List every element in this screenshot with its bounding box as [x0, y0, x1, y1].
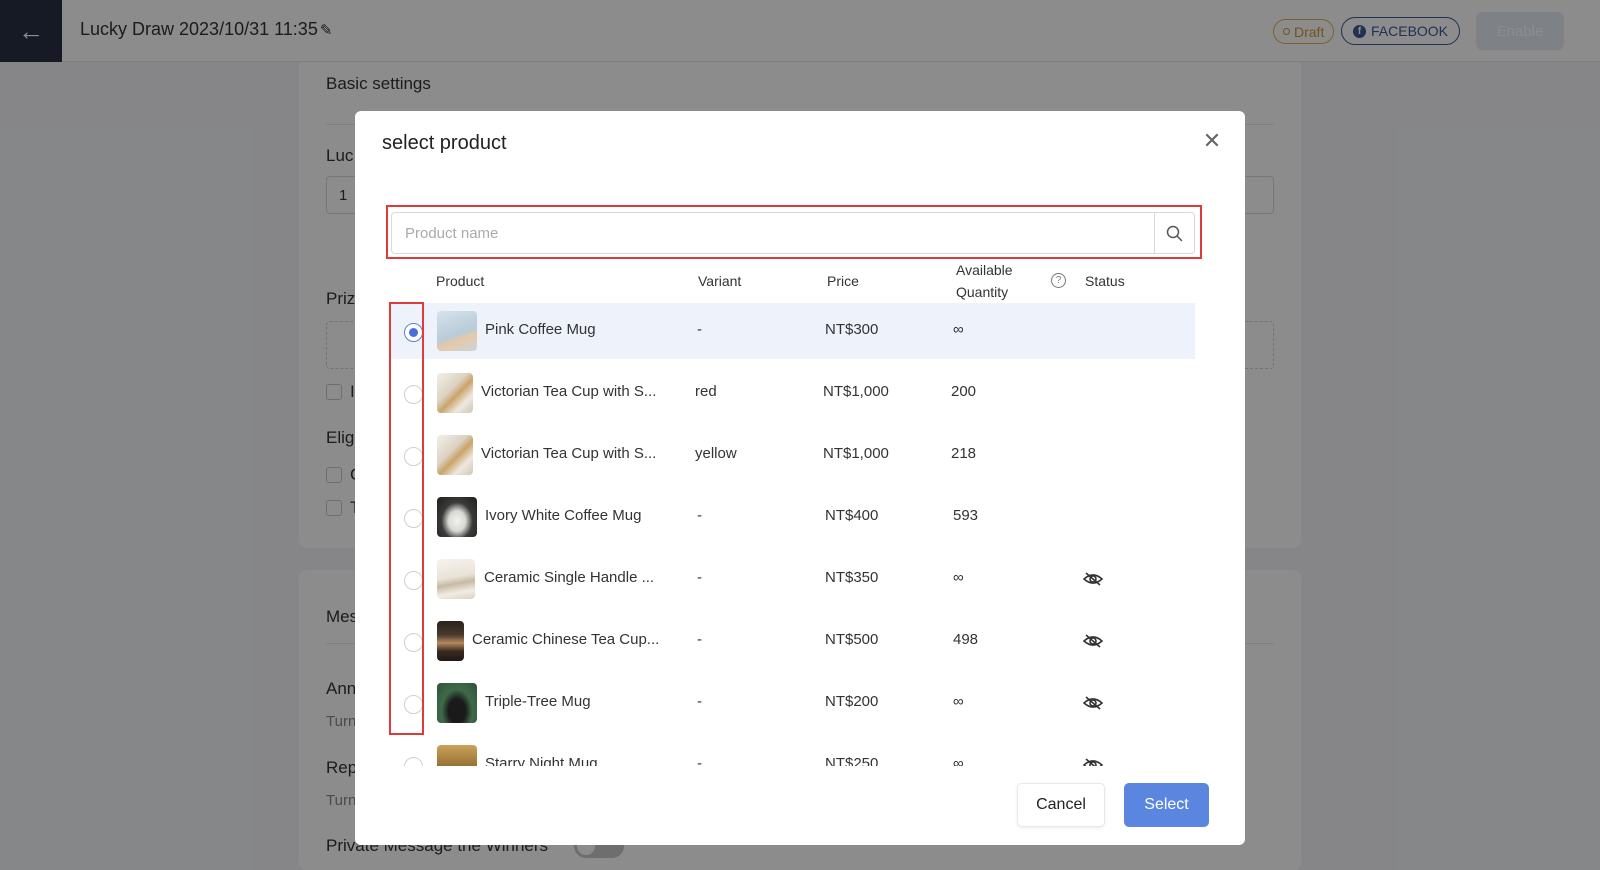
product-thumbnail [437, 559, 475, 599]
product-quantity: ∞ [953, 321, 964, 338]
modal-title: select product [382, 132, 507, 154]
table-row[interactable]: Starry Night Mug - NT$250 ∞ [391, 737, 1195, 766]
row-radio[interactable] [404, 757, 423, 766]
cancel-button[interactable]: Cancel [1017, 783, 1105, 827]
search-button[interactable] [1154, 213, 1194, 253]
product-price: NT$300 [825, 321, 879, 338]
select-product-modal: select product ✕ Product Variant Price A… [355, 111, 1245, 845]
product-variant: - [697, 321, 702, 338]
column-header-variant: Variant [698, 273, 742, 289]
product-name: Starry Night Mug [485, 755, 598, 766]
table-row[interactable]: Pink Coffee Mug - NT$300 ∞ [391, 303, 1195, 359]
product-name: Victorian Tea Cup with S... [481, 445, 657, 462]
row-radio[interactable] [404, 695, 423, 714]
product-thumbnail [437, 311, 477, 351]
help-icon[interactable]: ? [1051, 273, 1066, 288]
product-quantity: 593 [953, 507, 979, 524]
product-name: Pink Coffee Mug [485, 321, 596, 338]
product-variant: - [697, 631, 702, 648]
column-header-status: Status [1085, 273, 1125, 289]
row-radio[interactable] [404, 571, 423, 590]
product-quantity: 218 [951, 445, 977, 462]
column-header-quantity: Quantity [956, 284, 1009, 300]
row-radio[interactable] [404, 447, 423, 466]
product-variant: - [697, 507, 702, 524]
product-price: NT$500 [825, 631, 879, 648]
close-icon[interactable]: ✕ [1201, 130, 1223, 152]
product-thumbnail [437, 683, 477, 723]
hidden-eye-icon [1083, 696, 1103, 710]
row-radio[interactable] [404, 323, 423, 342]
product-name: Ceramic Single Handle ... [484, 569, 655, 586]
product-thumbnail [437, 745, 477, 766]
product-thumbnail [437, 435, 473, 475]
product-quantity: 200 [951, 383, 977, 400]
product-quantity: ∞ [953, 693, 964, 710]
table-row[interactable]: Ceramic Chinese Tea Cup... - NT$500 498 [391, 613, 1195, 669]
product-variant: red [695, 383, 717, 400]
table-row[interactable]: Victorian Tea Cup with S... yellow NT$1,… [391, 427, 1195, 483]
product-price: NT$350 [825, 569, 879, 586]
column-header-product: Product [436, 273, 485, 289]
product-name: Victorian Tea Cup with S... [481, 383, 657, 400]
product-price: NT$400 [825, 507, 879, 524]
table-row[interactable]: Ceramic Single Handle ... - NT$350 ∞ [391, 551, 1195, 607]
product-price: NT$1,000 [823, 383, 889, 400]
product-search [391, 212, 1195, 254]
product-name: Triple-Tree Mug [485, 693, 591, 710]
column-header-price: Price [827, 273, 859, 289]
product-price: NT$250 [825, 755, 879, 766]
product-thumbnail [437, 497, 477, 537]
product-variant: - [697, 569, 702, 586]
product-table-body: Pink Coffee Mug - NT$300 ∞ Victorian Tea… [391, 303, 1195, 766]
row-radio[interactable] [404, 509, 423, 528]
table-row[interactable]: Victorian Tea Cup with S... red NT$1,000… [391, 365, 1195, 421]
product-price: NT$1,000 [823, 445, 889, 462]
product-variant: yellow [695, 445, 737, 462]
table-row[interactable]: Ivory White Coffee Mug - NT$400 593 [391, 489, 1195, 545]
table-row[interactable]: Triple-Tree Mug - NT$200 ∞ [391, 675, 1195, 731]
product-thumbnail [437, 373, 473, 413]
product-thumbnail [437, 621, 464, 661]
row-radio[interactable] [404, 385, 423, 404]
search-icon [1166, 225, 1183, 241]
product-variant: - [697, 693, 702, 710]
product-variant: - [697, 755, 702, 766]
product-price: NT$200 [825, 693, 879, 710]
hidden-eye-icon [1083, 572, 1103, 586]
product-quantity: ∞ [953, 755, 964, 766]
select-button[interactable]: Select [1124, 783, 1209, 827]
row-radio[interactable] [404, 633, 423, 652]
product-quantity: ∞ [953, 569, 964, 586]
product-name: Ivory White Coffee Mug [485, 507, 642, 524]
hidden-eye-icon [1083, 634, 1103, 648]
hidden-eye-icon [1083, 758, 1103, 766]
product-search-input[interactable] [392, 213, 1154, 253]
product-quantity: 498 [953, 631, 979, 648]
column-header-available: Available [956, 262, 1013, 278]
product-name: Ceramic Chinese Tea Cup... [472, 631, 660, 648]
